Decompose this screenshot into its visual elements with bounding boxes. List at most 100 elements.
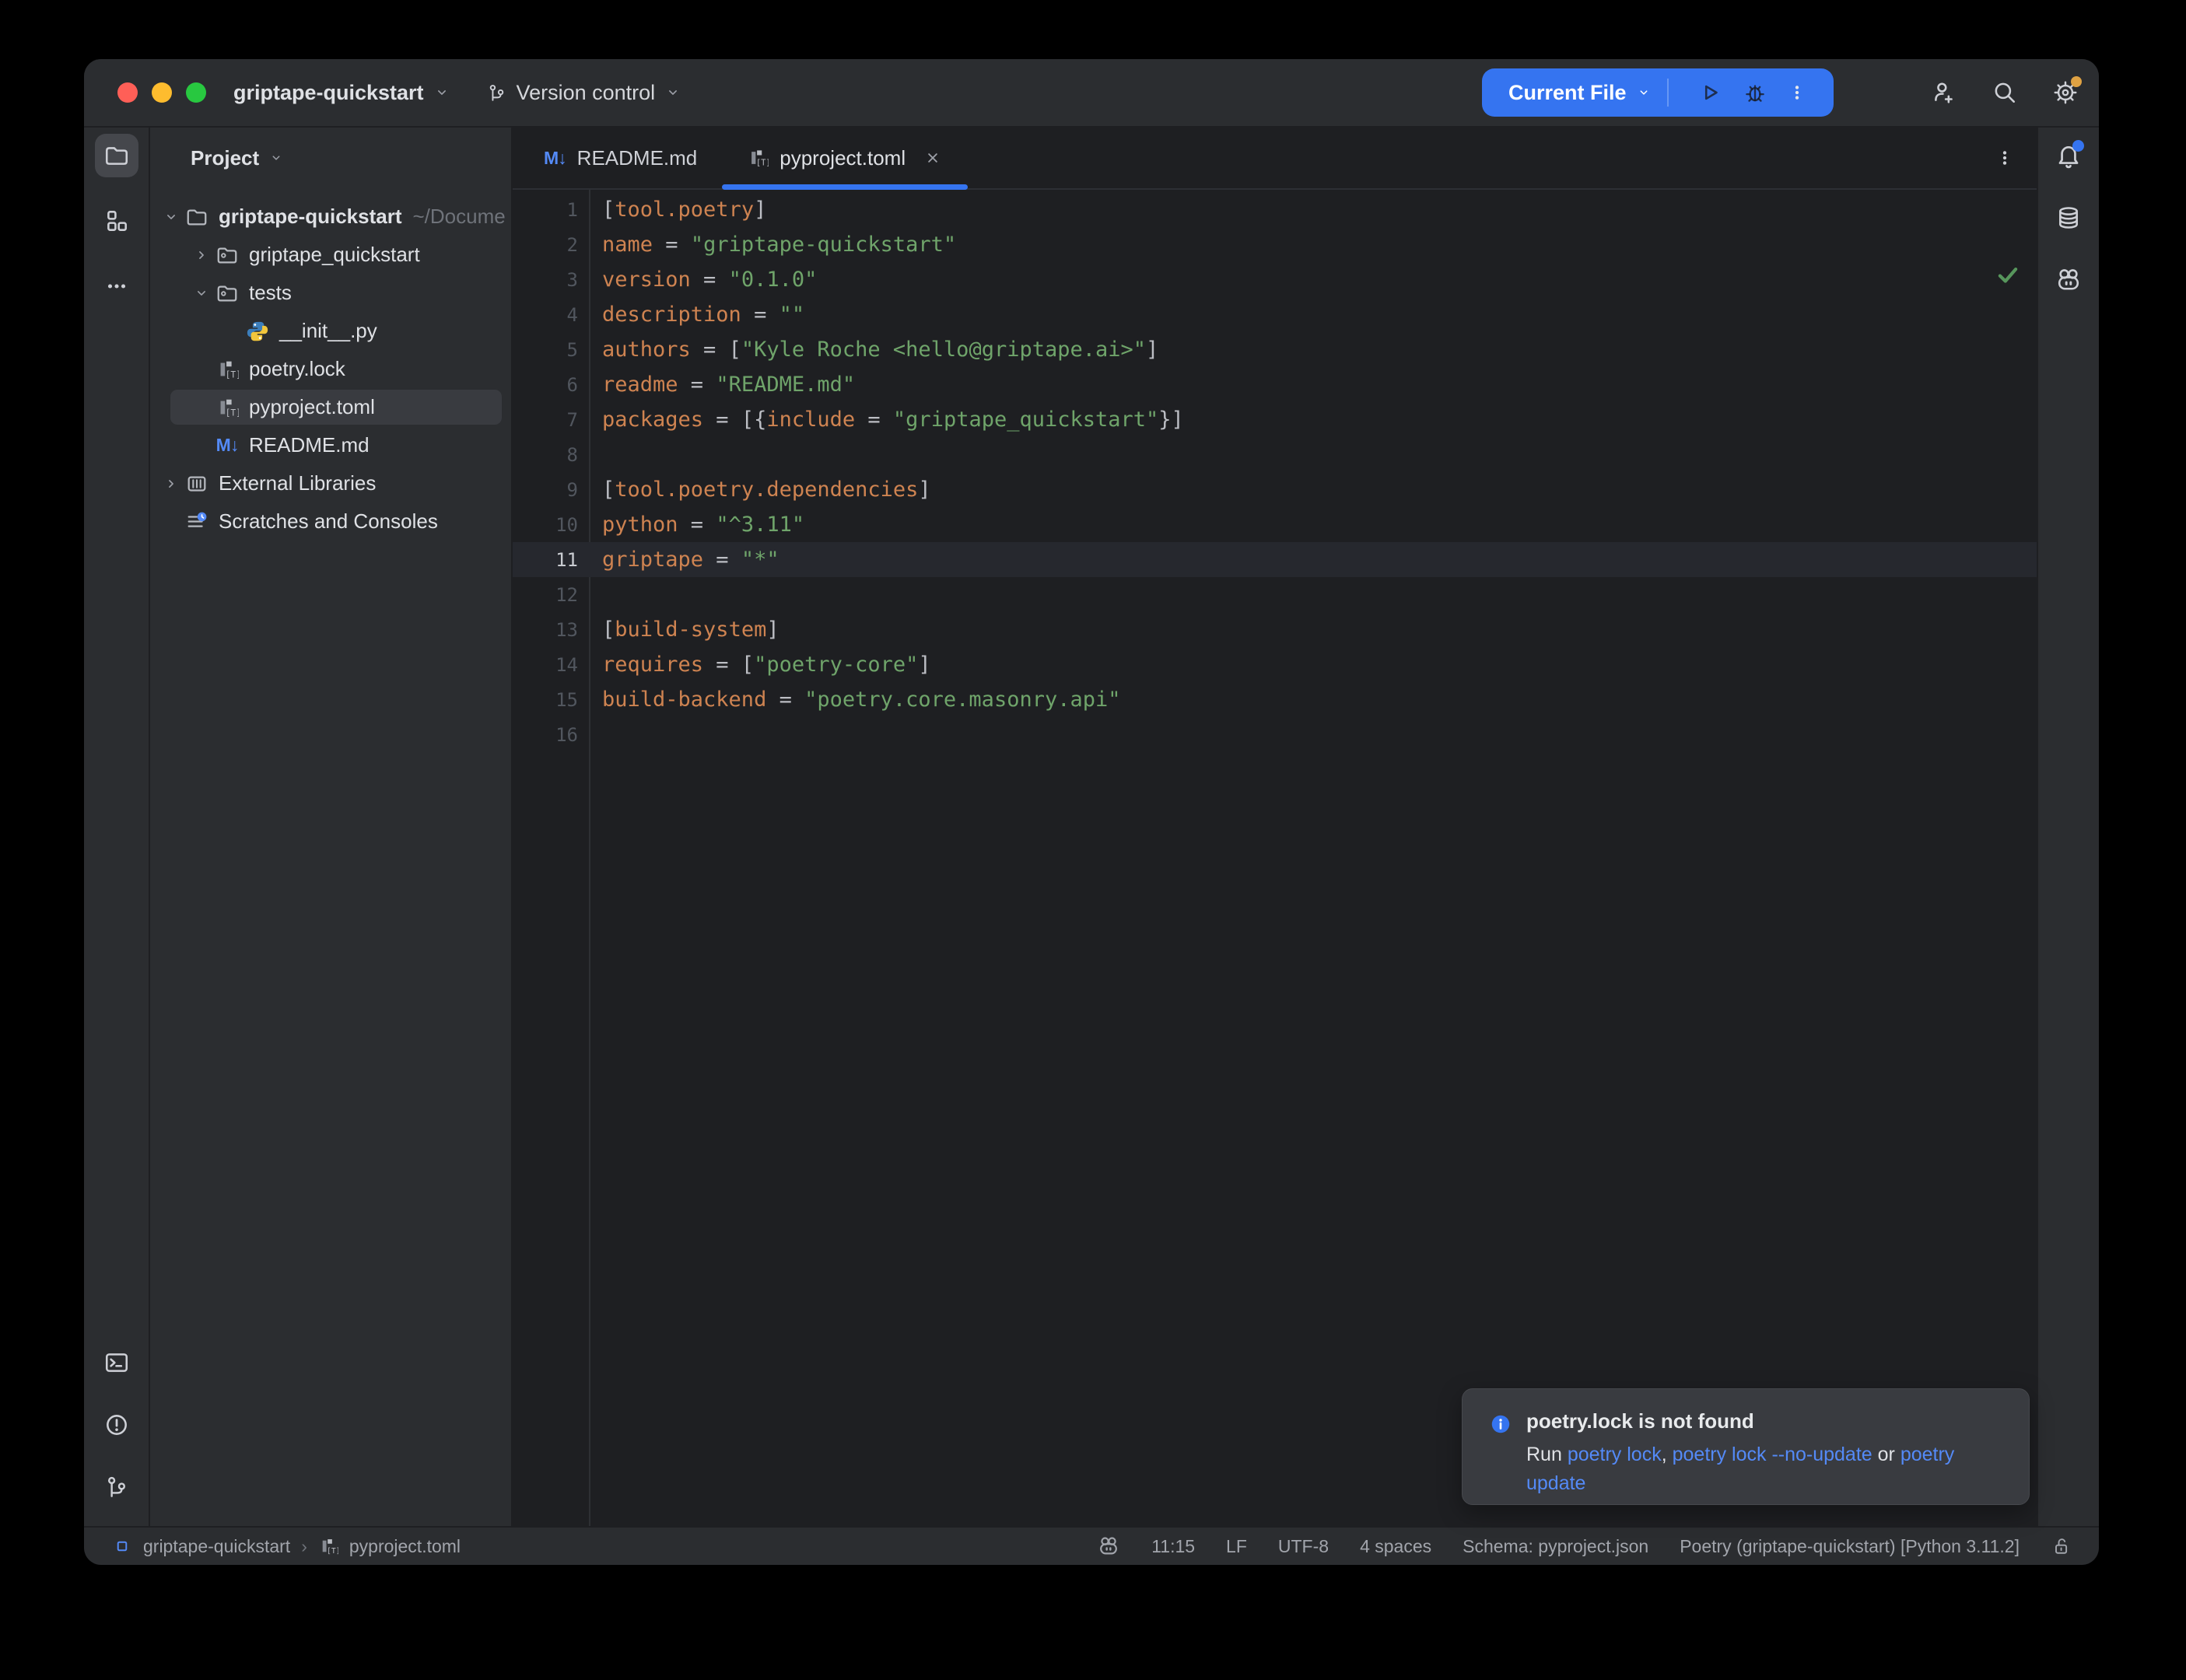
- close-icon: [923, 148, 943, 168]
- markdown-icon: M↓: [216, 435, 239, 456]
- code-editor[interactable]: 1[tool.poetry]2name = "griptape-quicksta…: [513, 190, 2037, 1526]
- settings-update-badge: [2071, 76, 2082, 87]
- active-tab-indicator: [722, 184, 968, 190]
- python-icon: [246, 320, 269, 343]
- tree-item-poetry.lock[interactable]: poetry.lock: [150, 350, 511, 388]
- status-item-utf-8[interactable]: UTF-8: [1278, 1536, 1329, 1557]
- run-config-selector[interactable]: Current File: [1508, 81, 1627, 105]
- close-window-button[interactable]: [117, 82, 138, 103]
- tree-item-content: pyproject.toml: [150, 395, 375, 419]
- folder-package-icon: [215, 243, 239, 267]
- line-number: 2: [513, 234, 578, 256]
- status-item-lf[interactable]: LF: [1226, 1536, 1247, 1557]
- code-line-14: 14requires = ["poetry-core"]: [513, 647, 2037, 682]
- tree-item-griptape-quickstart[interactable]: griptape-quickstart~/Docume: [150, 198, 511, 236]
- tree-item-content: poetry.lock: [150, 357, 345, 381]
- notification-link[interactable]: poetry lock --no-update: [1673, 1444, 1872, 1465]
- tree-item-external-libraries[interactable]: External Libraries: [150, 464, 511, 502]
- problems-icon[interactable]: [103, 1412, 130, 1438]
- status-item-poetry-griptape-quickstart-python-3-11-2-[interactable]: Poetry (griptape-quickstart) [Python 3.1…: [1680, 1536, 2020, 1557]
- code-line-12: 12: [513, 577, 2037, 612]
- status-item-11[interactable]: 11:15: [1151, 1536, 1195, 1557]
- line-text: requires = ["poetry-core"]: [602, 653, 931, 677]
- tab-pyproject.toml[interactable]: pyproject.toml: [722, 128, 968, 188]
- tree-item-icon: [215, 358, 240, 381]
- play-icon[interactable]: [1697, 79, 1723, 106]
- tree-item-tests[interactable]: tests: [150, 274, 511, 312]
- left-tool-strip: [84, 128, 150, 1526]
- line-number: 3: [513, 269, 578, 291]
- code-line-13: 13[build-system]: [513, 612, 2037, 647]
- line-number: 11: [513, 549, 578, 571]
- line-text: readme = "README.md": [602, 373, 855, 397]
- settings-button[interactable]: [2052, 79, 2079, 106]
- tree-item-content: M↓README.md: [150, 433, 370, 457]
- notifications-button[interactable]: [2055, 142, 2083, 170]
- chevron-right-icon[interactable]: [188, 247, 215, 264]
- ai-assistant-icon[interactable]: [2055, 266, 2083, 294]
- notification-link[interactable]: poetry lock: [1568, 1444, 1662, 1465]
- chevron-down-icon: [163, 208, 180, 226]
- chevron-right-icon[interactable]: [158, 475, 184, 492]
- terminal-icon[interactable]: [103, 1349, 130, 1376]
- notification-title: poetry.lock is not found: [1526, 1409, 1978, 1433]
- code-line-11: 11griptape = "*": [513, 542, 2037, 577]
- vcs-menu[interactable]: Version control: [486, 81, 682, 105]
- tree-item-icon: [215, 282, 240, 305]
- line-text: python = "^3.11": [602, 513, 804, 537]
- tree-item-scratches-and-consoles[interactable]: Scratches and Consoles: [150, 502, 511, 541]
- titlebar-icons: [1931, 79, 2079, 106]
- tree-item-icon: [215, 396, 240, 419]
- info-icon: [1489, 1412, 1512, 1436]
- line-text: description = "": [602, 303, 804, 327]
- ide-window: griptape-quickstart Version control Curr…: [84, 59, 2099, 1565]
- line-number: 10: [513, 514, 578, 536]
- git-branch-icon[interactable]: [103, 1474, 130, 1500]
- more-actions-icon[interactable]: [1785, 81, 1809, 104]
- more-icon: [103, 273, 130, 299]
- status-item-schema[interactable]: Schema: pyproject.json: [1463, 1536, 1648, 1557]
- toml-icon: [318, 1536, 338, 1556]
- tree-item-icon: [184, 205, 209, 229]
- bug-icon[interactable]: [1742, 79, 1768, 106]
- tree-item-pyproject.toml[interactable]: pyproject.toml: [150, 388, 511, 426]
- git-branch-icon: [486, 82, 507, 103]
- search-icon[interactable]: [1992, 79, 2018, 106]
- tab-readme.md[interactable]: M↓README.md: [519, 128, 722, 188]
- chevron-down-icon[interactable]: [1636, 85, 1652, 100]
- code-line-10: 10 python = "^3.11": [513, 507, 2037, 542]
- structure-tool-button[interactable]: [95, 199, 138, 243]
- chevron-down-icon[interactable]: [188, 285, 215, 302]
- minimize-window-button[interactable]: [152, 82, 172, 103]
- line-number: 1: [513, 199, 578, 221]
- more-tool-windows-button[interactable]: [95, 264, 138, 308]
- chevron-down-icon[interactable]: [158, 208, 184, 226]
- tree-item-icon: M↓: [215, 435, 240, 456]
- lock-open-icon: [2051, 1535, 2072, 1557]
- line-number: 12: [513, 584, 578, 606]
- project-menu[interactable]: griptape-quickstart: [233, 81, 450, 105]
- project-tool-button[interactable]: [95, 134, 138, 177]
- tree-item-__init__.py[interactable]: __init__.py: [150, 312, 511, 350]
- maximize-window-button[interactable]: [186, 82, 206, 103]
- tree-item-content: Scratches and Consoles: [150, 509, 438, 534]
- tree-item-griptape_quickstart[interactable]: griptape_quickstart: [150, 236, 511, 274]
- tree-item-label: poetry.lock: [249, 357, 345, 381]
- code-line-7: 7packages = [{include = "griptape_quicks…: [513, 402, 2037, 437]
- breadcrumb-file[interactable]: pyproject.toml: [349, 1536, 461, 1557]
- breadcrumb-project[interactable]: griptape-quickstart: [143, 1536, 290, 1557]
- line-number: 8: [513, 444, 578, 466]
- tree-item-label: Scratches and Consoles: [219, 509, 438, 534]
- ai-assistant-icon[interactable]: [1097, 1535, 1120, 1558]
- tree-item-readme.md[interactable]: M↓README.md: [150, 426, 511, 464]
- database-icon[interactable]: [2055, 204, 2083, 232]
- tab-options-icon[interactable]: [1993, 146, 2016, 170]
- status-item-4-spaces[interactable]: 4 spaces: [1360, 1536, 1431, 1557]
- code-line-15: 15build-backend = "poetry.core.masonry.a…: [513, 682, 2037, 717]
- add-user-icon[interactable]: [1931, 79, 1957, 106]
- project-panel-header[interactable]: Project: [150, 128, 511, 188]
- chevron-right-icon: [193, 247, 210, 264]
- markdown-icon: M↓: [544, 148, 566, 169]
- close-icon[interactable]: [923, 148, 943, 168]
- project-tree: griptape-quickstart~/Documegriptape_quic…: [150, 188, 511, 541]
